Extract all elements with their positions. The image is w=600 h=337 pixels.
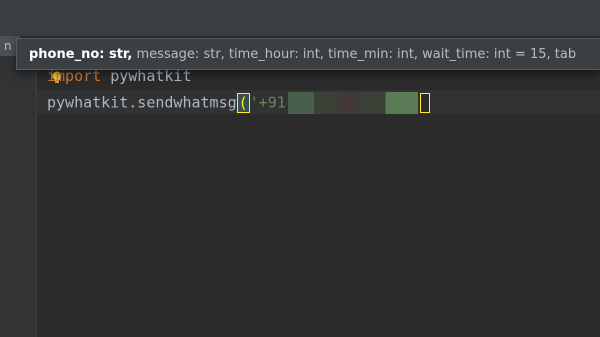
string-literal: '+91 [249,93,286,112]
ide-window: n import pywhatkit pywhatkit.sendwhatmsg… [0,0,600,337]
parameter-info-tooltip: phone_no: str, message: str, time_hour: … [16,38,600,70]
text-caret [419,93,430,113]
code-editor[interactable]: import pywhatkit pywhatkit.sendwhatmsg('… [37,56,600,337]
redacted-phone-number [287,92,418,114]
code-line-call: pywhatkit.sendwhatmsg('+91 [47,92,430,114]
remaining-parameters: message: str, time_hour: int, time_min: … [132,47,577,62]
open-paren-highlight: ( [236,92,250,113]
function-call: pywhatkit.sendwhatmsg [47,93,237,112]
line-gutter [0,56,37,337]
active-parameter: phone_no: str, [29,47,133,62]
toolbar [0,0,600,37]
